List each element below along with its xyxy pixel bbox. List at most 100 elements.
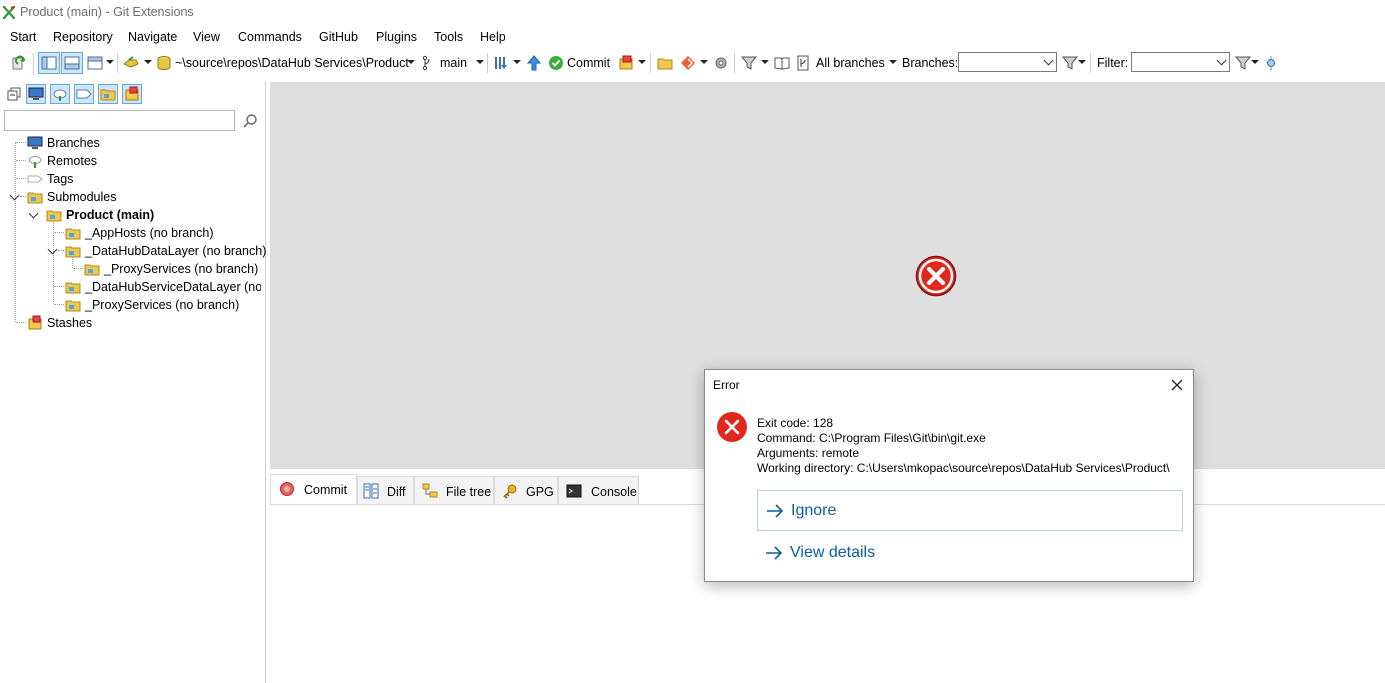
tree-node-label: Stashes (47, 316, 93, 330)
tree-connector (16, 322, 26, 323)
file-tree-icon (422, 483, 438, 498)
all-branches-button[interactable]: All branches (816, 56, 885, 70)
show-stashes-toggle[interactable] (122, 84, 142, 104)
tree-connector (54, 304, 64, 305)
tree-node-label: _AppHosts (no branch) (85, 226, 214, 240)
layout-icon (41, 56, 57, 70)
layout-bottom-panel-button[interactable] (61, 52, 83, 74)
tab-label: Commit (304, 483, 348, 497)
folder-icon (65, 282, 81, 294)
open-repo-icon[interactable] (123, 55, 139, 71)
stash-icon (125, 86, 139, 101)
tab-commit[interactable]: Commit (270, 474, 357, 506)
settings-gear-icon[interactable] (713, 55, 729, 71)
filter-funnel-icon[interactable] (1235, 55, 1251, 71)
git-bash-dropdown-caret[interactable] (700, 60, 708, 64)
reflog-book-icon[interactable] (774, 55, 790, 71)
menu-navigate[interactable]: Navigate (128, 30, 177, 44)
menu-plugins[interactable]: Plugins (376, 30, 417, 44)
file-explorer-icon[interactable] (657, 55, 673, 71)
menu-commands[interactable]: Commands (238, 30, 302, 44)
error-arguments: Arguments: remote (757, 446, 860, 460)
branch-filter-icon[interactable] (741, 55, 757, 71)
stash-icon[interactable] (618, 55, 634, 71)
commit-button[interactable]: Commit (567, 56, 610, 70)
ignore-button[interactable]: Ignore (757, 490, 1183, 531)
collapse-all-icon[interactable] (6, 86, 22, 102)
branch-icon (422, 55, 430, 71)
tree-search-input[interactable] (4, 110, 235, 131)
cloud-icon (53, 89, 67, 101)
tab-file-tree[interactable]: File tree (414, 476, 494, 504)
toolbar-separator (117, 53, 118, 73)
layout-right-icon[interactable] (87, 55, 103, 71)
menu-view[interactable]: View (193, 30, 220, 44)
expand-chevron-icon[interactable] (9, 190, 20, 201)
show-branches-toggle[interactable] (26, 84, 46, 104)
push-icon[interactable] (526, 55, 542, 71)
git-bash-icon[interactable] (680, 55, 696, 71)
tree-connector (54, 286, 64, 287)
commit-check-icon (549, 56, 563, 70)
repository-icon[interactable] (156, 55, 172, 71)
filter-combo[interactable] (1131, 52, 1230, 72)
ignore-label: Ignore (791, 502, 837, 519)
toolbar-separator (650, 53, 651, 73)
expand-chevron-icon[interactable] (28, 208, 39, 219)
branch-dropdown-caret[interactable] (476, 60, 484, 64)
menu-github[interactable]: GitHub (319, 30, 358, 44)
tree-node-datahubservicedatalayer[interactable]: _DataHubServiceDataLayer (no branch) (65, 278, 261, 296)
view-details-button[interactable]: View details (757, 533, 1183, 571)
layout-dropdown-caret[interactable] (106, 60, 114, 64)
toolbar-separator (1090, 53, 1091, 73)
filter-label: Filter: (1097, 56, 1129, 70)
error-icon (915, 255, 957, 297)
show-submodules-toggle[interactable] (98, 84, 118, 104)
expand-chevron-icon[interactable] (47, 244, 58, 255)
layout-left-panel-button[interactable] (38, 52, 60, 74)
branches-combo[interactable] (958, 52, 1057, 72)
toolbar-separator (487, 53, 488, 73)
tab-console[interactable]: Console (558, 476, 639, 504)
current-branch[interactable]: main (440, 56, 467, 70)
dialog-title: Error (713, 378, 740, 392)
branch-filter-dropdown-caret[interactable] (761, 60, 769, 64)
menu-tools[interactable]: Tools (434, 30, 463, 44)
show-remotes-toggle[interactable] (50, 84, 70, 104)
monitor-icon (28, 87, 44, 100)
tree-connector (16, 142, 26, 143)
filter-funnel-icon[interactable] (1062, 55, 1078, 71)
tree-node-label: _DataHubDataLayer (no branch) (85, 244, 267, 258)
open-repo-dropdown-caret[interactable] (144, 60, 152, 64)
branches-filter-dropdown-caret[interactable] (1078, 60, 1086, 64)
diff-icon (363, 483, 379, 499)
tab-gpg[interactable]: GPG (494, 476, 558, 504)
repo-dropdown-caret[interactable] (407, 60, 415, 64)
tree-connector (54, 232, 64, 233)
tree-node-label: Remotes (47, 154, 98, 168)
show-tags-toggle[interactable] (74, 84, 94, 104)
folder-icon (65, 300, 81, 312)
repo-path[interactable]: ~\source\repos\DataHub Services\Product (175, 56, 409, 70)
fetch-pull-icon[interactable] (493, 55, 509, 71)
menu-start[interactable]: Start (10, 30, 36, 44)
view-details-label: View details (790, 544, 876, 561)
pull-dropdown-caret[interactable] (513, 60, 521, 64)
tab-diff[interactable]: Diff (357, 476, 414, 504)
branches-icon (27, 136, 43, 149)
refresh-icon[interactable] (11, 55, 27, 71)
search-icon[interactable] (242, 113, 258, 129)
all-branches-dropdown-caret[interactable] (889, 60, 897, 64)
stash-dropdown-caret[interactable] (638, 60, 646, 64)
menu-repository[interactable]: Repository (53, 30, 113, 44)
close-icon[interactable] (1168, 376, 1186, 394)
error-exit-code: Exit code: 128 (757, 416, 834, 430)
filter-dropdown-caret[interactable] (1251, 60, 1259, 64)
arrow-right-icon (766, 546, 783, 560)
commit-icon (280, 482, 294, 496)
remotes-icon (28, 156, 42, 168)
menu-help[interactable]: Help (480, 30, 506, 44)
toolbar: ~\source\repos\DataHub Services\Product … (0, 48, 1385, 78)
tree-node-label: Branches (47, 136, 100, 150)
commit-graph-icon[interactable] (1264, 55, 1278, 71)
